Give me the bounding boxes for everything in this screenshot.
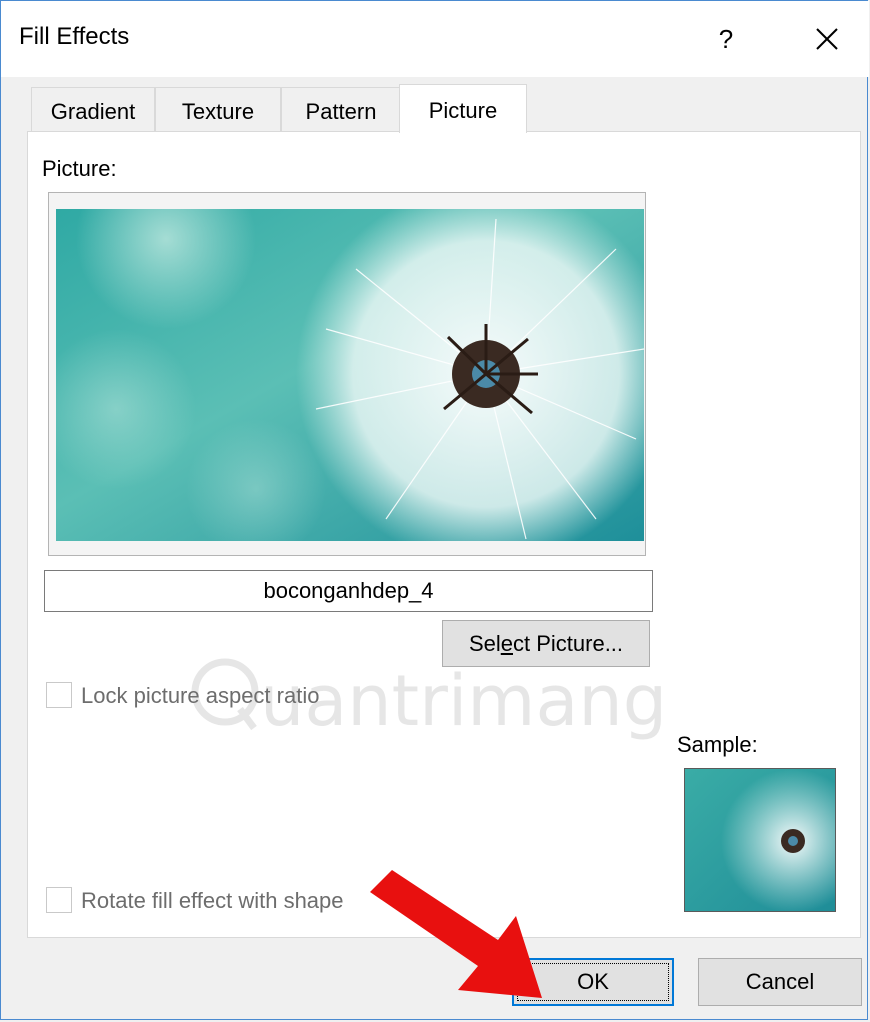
tab-pattern[interactable]: Pattern xyxy=(281,87,401,131)
tab-picture[interactable]: Picture xyxy=(399,84,527,133)
rotate-with-shape-label: Rotate fill effect with shape xyxy=(81,888,344,913)
sample-label: Sample: xyxy=(677,732,758,757)
title-bar: Fill Effects ? xyxy=(1,1,869,77)
dialog-title: Fill Effects xyxy=(19,23,130,50)
close-button[interactable] xyxy=(801,17,853,61)
picture-label: Picture: xyxy=(42,156,117,181)
close-icon xyxy=(816,28,838,50)
tab-texture[interactable]: Texture xyxy=(155,87,281,131)
red-arrow-icon xyxy=(370,870,542,998)
picture-filename-field: boconganhdep_4 xyxy=(44,570,653,612)
lock-aspect-ratio-label: Lock picture aspect ratio xyxy=(81,683,320,708)
cancel-button[interactable]: Cancel xyxy=(698,958,862,1006)
lock-aspect-ratio-checkbox[interactable] xyxy=(46,682,72,708)
select-picture-label-post: ct Picture... xyxy=(513,631,624,656)
select-picture-button[interactable]: Select Picture... xyxy=(442,620,650,667)
select-picture-label-pre: Sel xyxy=(468,631,501,656)
sample-preview xyxy=(684,768,836,912)
picture-preview xyxy=(48,192,646,556)
dandelion-picture xyxy=(56,209,644,541)
rotate-with-shape-checkbox[interactable] xyxy=(46,887,72,913)
select-picture-label-mnemonic: e xyxy=(500,631,513,656)
help-button[interactable]: ? xyxy=(701,17,751,61)
tab-gradient[interactable]: Gradient xyxy=(31,87,155,131)
